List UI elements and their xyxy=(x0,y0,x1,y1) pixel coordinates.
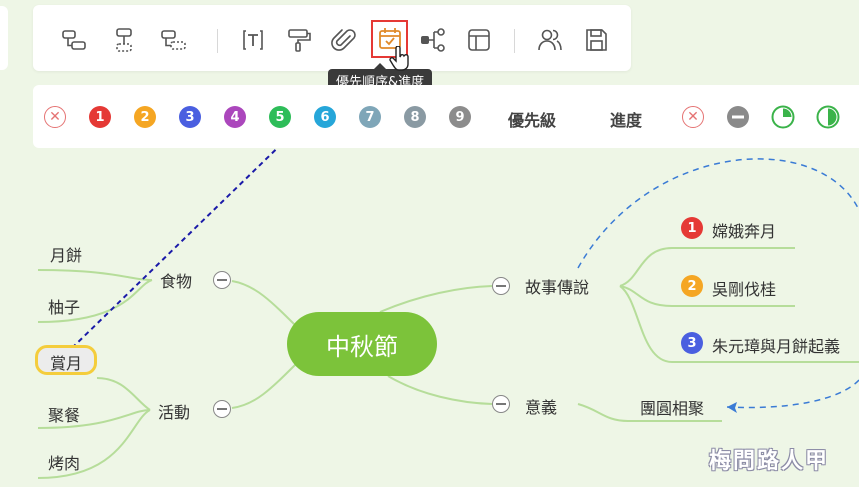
remove-priority-button[interactable]: ✕ xyxy=(44,106,66,128)
node-story-3[interactable]: 朱元璋與月餅起義 xyxy=(712,333,840,357)
insert-child-button[interactable] xyxy=(59,25,89,55)
layout-button[interactable] xyxy=(464,25,494,55)
collapse-toggle[interactable] xyxy=(492,395,510,413)
insert-child-icon xyxy=(62,30,86,50)
structure-button[interactable] xyxy=(418,25,448,55)
priority-progress-panel: ✕ 1 2 3 4 5 6 7 8 9 優先級 進度 ✕ xyxy=(33,85,859,148)
priority-badge: 1 xyxy=(681,217,703,239)
link-center-meaning xyxy=(387,375,493,405)
remove-progress-button[interactable]: ✕ xyxy=(682,106,704,128)
insert-parent-icon xyxy=(161,30,186,50)
users-button[interactable] xyxy=(535,25,565,55)
node-story-1[interactable]: 嫦娥奔月 xyxy=(712,218,776,242)
link-center-food xyxy=(231,280,301,331)
priority-4-button[interactable]: 4 xyxy=(224,106,246,128)
link-center-story xyxy=(379,285,493,313)
collapse-toggle[interactable] xyxy=(492,277,510,295)
relation-dashed-return xyxy=(726,379,859,409)
insert-parent-button[interactable] xyxy=(159,25,189,55)
priority-badge: 2 xyxy=(681,275,703,297)
format-painter-icon xyxy=(288,29,311,52)
progress-half-button[interactable] xyxy=(816,105,840,129)
text-icon xyxy=(243,30,263,50)
progress-none-button[interactable] xyxy=(726,105,750,129)
insert-sibling-button[interactable] xyxy=(109,25,139,55)
node-pomelo[interactable]: 柚子 xyxy=(48,294,80,318)
node-reunion[interactable]: 團圓相聚 xyxy=(640,395,704,419)
layout-icon xyxy=(468,29,490,51)
relation-arrowhead xyxy=(727,402,737,413)
node-food[interactable]: 食物 xyxy=(160,268,192,292)
toolbar-divider xyxy=(514,29,515,53)
priority-5-button[interactable]: 5 xyxy=(269,106,291,128)
priority-6-button[interactable]: 6 xyxy=(314,106,336,128)
center-topic[interactable]: 中秋節 xyxy=(287,312,437,376)
toolbar xyxy=(33,5,631,71)
priority-7-button[interactable]: 7 xyxy=(359,106,381,128)
text-button[interactable] xyxy=(238,25,268,55)
attachment-icon xyxy=(331,29,356,51)
toolbar-divider xyxy=(217,29,218,53)
progress-label: 進度 xyxy=(610,111,643,130)
link-food-mooncake xyxy=(37,269,153,281)
link-activity-moon xyxy=(96,377,151,411)
users-icon xyxy=(538,29,562,51)
watermark: 梅問路人甲 xyxy=(709,449,830,474)
progress-quarter-button[interactable] xyxy=(771,105,795,129)
node-meaning[interactable]: 意義 xyxy=(525,394,557,418)
node-bbq[interactable]: 烤肉 xyxy=(48,450,80,474)
structure-icon xyxy=(421,28,445,52)
collapse-toggle[interactable] xyxy=(213,271,231,289)
priority-badge: 3 xyxy=(681,332,703,354)
node-story[interactable]: 故事傳說 xyxy=(525,274,589,298)
node-activity[interactable]: 活動 xyxy=(158,399,190,423)
priority-9-button[interactable]: 9 xyxy=(449,106,471,128)
priority-2-button[interactable]: 2 xyxy=(134,106,156,128)
insert-sibling-icon xyxy=(116,28,132,52)
hand-cursor-icon xyxy=(389,46,409,71)
priority-label: 優先級 xyxy=(508,111,557,130)
node-moon-viewing[interactable]: 賞月 xyxy=(50,350,82,374)
link-center-activity xyxy=(231,359,301,409)
priority-3-button[interactable]: 3 xyxy=(179,106,201,128)
priority-1-button[interactable]: 1 xyxy=(89,106,111,128)
save-button[interactable] xyxy=(581,25,611,55)
relation-dashed-curve xyxy=(577,158,859,269)
save-icon xyxy=(586,29,607,51)
node-story-2[interactable]: 吳剛伐桂 xyxy=(712,276,776,300)
node-dinner[interactable]: 聚餐 xyxy=(48,402,80,426)
priority-8-button[interactable]: 8 xyxy=(404,106,426,128)
collapse-toggle[interactable] xyxy=(213,400,231,418)
format-painter-button[interactable] xyxy=(284,25,314,55)
attachment-button[interactable] xyxy=(329,25,359,55)
node-mooncake[interactable]: 月餅 xyxy=(50,242,82,266)
